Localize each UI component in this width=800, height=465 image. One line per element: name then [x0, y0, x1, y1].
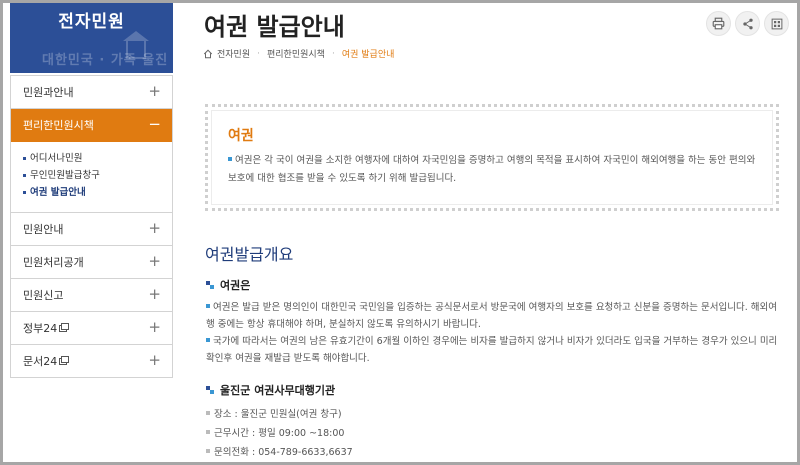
bullet-icon	[206, 430, 210, 434]
expand-icon[interactable]: +	[148, 76, 161, 107]
main-content: 여권 발급안내 전자민원 · 편리한민원시책 · 여권 발급안내 여권 여권은 …	[201, 3, 796, 462]
breadcrumb-separator: ·	[331, 48, 335, 59]
list-item: 장소 : 울진군 민원실(여권 창구)	[206, 405, 353, 424]
submenu-item-kiosk[interactable]: 무인민원발급창구	[23, 167, 172, 184]
qr-code-button[interactable]	[764, 11, 789, 36]
sidebar-item-civil-info[interactable]: 민원안내 +	[11, 213, 172, 246]
paragraph-passport-definition: 여권은 발급 받은 명의인이 대한민국 국민임을 입증하는 공식문서로서 방문국…	[206, 302, 777, 330]
external-link-icon	[59, 356, 70, 365]
sidebar-submenu: 어디서나민원 무인민원발급창구 여권 발급안내	[11, 142, 172, 213]
sidebar: 전자민원 대한민국 · 가족 울진 민원과안내 + 편리한민원시책 − 어디서나…	[10, 3, 173, 462]
bullet-icon	[23, 157, 26, 160]
sidebar-banner: 전자민원 대한민국 · 가족 울진	[10, 3, 173, 73]
bullet-icon	[23, 191, 26, 194]
sidebar-item-label: 편리한민원시책	[23, 119, 94, 132]
bullet-icon	[23, 174, 26, 177]
paragraph-validity-notice: 국가에 따라서는 여권의 남은 유효기간이 6개월 이하인 경우에는 비자를 발…	[206, 336, 778, 364]
list-item: 문의전화 : 054-789-6633,6637	[206, 443, 353, 462]
banner-title: 전자민원	[58, 12, 125, 32]
sidebar-item-label: 문서24	[23, 355, 58, 368]
heading-marker-icon	[206, 386, 214, 394]
expand-icon[interactable]: +	[148, 345, 161, 376]
bullet-icon	[206, 411, 210, 415]
bullet-icon	[206, 304, 210, 308]
sidebar-item-label: 민원과안내	[23, 86, 74, 99]
print-icon	[712, 17, 725, 30]
expand-icon[interactable]: +	[148, 279, 161, 310]
submenu-item-label: 어디서나민원	[30, 153, 83, 164]
sidebar-item-label: 민원안내	[23, 223, 64, 236]
page-tools	[706, 11, 789, 36]
bullet-icon	[206, 338, 210, 342]
submenu-item-label: 여권 발급안내	[30, 187, 86, 198]
collapse-icon[interactable]: −	[148, 109, 161, 140]
expand-icon[interactable]: +	[148, 246, 161, 277]
expand-icon[interactable]: +	[148, 213, 161, 244]
print-button[interactable]	[706, 11, 731, 36]
sidebar-item-doc24[interactable]: 문서24 +	[11, 345, 172, 378]
bullet-icon	[228, 157, 232, 161]
expand-icon[interactable]: +	[148, 312, 161, 343]
intro-box: 여권 여권은 각 국이 여권을 소지한 여행자에 대하여 자국민임을 증명하고 …	[205, 104, 779, 211]
submenu-item-label: 무인민원발급창구	[30, 170, 100, 181]
breadcrumb-item[interactable]: 편리한민원시책	[267, 47, 325, 60]
home-icon[interactable]	[203, 49, 213, 59]
sidebar-item-civil-report[interactable]: 민원신고 +	[11, 279, 172, 312]
banner-decoration: 대한민국 · 가족 울진	[42, 53, 169, 68]
page-title: 여권 발급안내	[204, 13, 345, 41]
sidebar-item-label: 정부24	[23, 322, 58, 335]
share-icon	[742, 18, 753, 29]
house-icon	[123, 31, 149, 59]
list-item: 근무시간 : 평일 09:00 ~18:00	[206, 424, 353, 443]
sidebar-item-label: 민원신고	[23, 289, 64, 302]
qr-code-icon	[771, 18, 782, 29]
external-link-icon	[59, 323, 70, 332]
breadcrumb-separator: ·	[257, 48, 260, 59]
subheading-passport: 여권은	[206, 277, 250, 293]
breadcrumb-current: 여권 발급안내	[341, 50, 395, 60]
submenu-item-passport[interactable]: 여권 발급안내	[23, 184, 172, 201]
bullet-icon	[206, 449, 210, 453]
page-frame: 전자민원 대한민국 · 가족 울진 민원과안내 + 편리한민원시책 − 어디서나…	[0, 0, 800, 465]
share-button[interactable]	[735, 11, 760, 36]
subheading-office: 울진군 여권사무대행기관	[206, 382, 335, 398]
sidebar-item-processing-disclosure[interactable]: 민원처리공개 +	[11, 246, 172, 279]
section-title: 여권발급개요	[205, 245, 294, 264]
submenu-item-anywhere-civil[interactable]: 어디서나민원	[23, 150, 172, 167]
intro-title: 여권	[228, 128, 254, 144]
heading-marker-icon	[206, 281, 214, 289]
sidebar-item-gov24[interactable]: 정부24 +	[11, 312, 172, 345]
breadcrumb: 전자민원 · 편리한민원시책 · 여권 발급안내	[203, 47, 394, 60]
sidebar-item-label: 민원처리공개	[23, 256, 84, 269]
breadcrumb-item[interactable]: 전자민원	[217, 47, 250, 60]
sidebar-item-convenient-policies[interactable]: 편리한민원시책 −	[11, 109, 172, 142]
sidebar-item-civil-affairs-guide[interactable]: 민원과안내 +	[11, 76, 172, 109]
intro-text: 여권은 각 국이 여권을 소지한 여행자에 대하여 자국민임을 증명하고 여행의…	[228, 155, 756, 184]
office-info-list: 장소 : 울진군 민원실(여권 창구) 근무시간 : 평일 09:00 ~18:…	[206, 405, 353, 462]
sidebar-menu: 민원과안내 + 편리한민원시책 − 어디서나민원 무인민원발급창구 여권 발급안	[10, 75, 173, 378]
